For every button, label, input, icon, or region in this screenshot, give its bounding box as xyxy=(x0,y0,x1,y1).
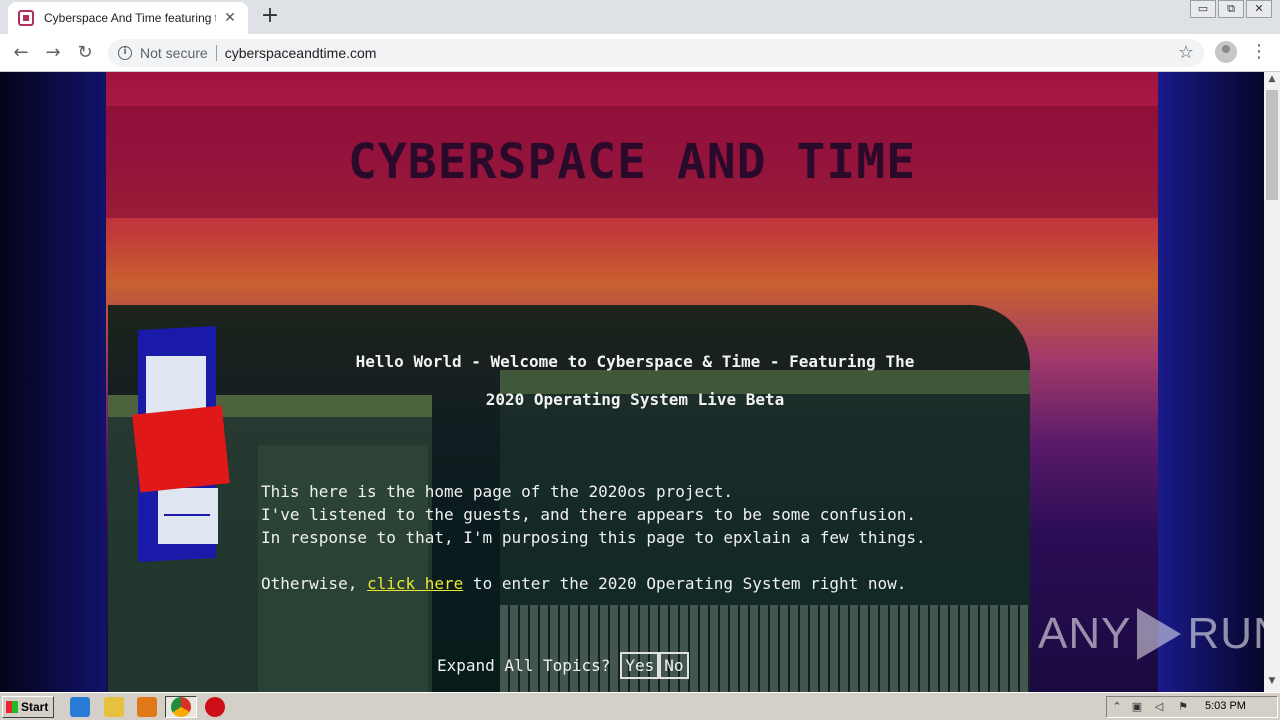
url-text[interactable]: cyberspaceandtime.com xyxy=(225,45,377,61)
minimize-button[interactable]: ▭ xyxy=(1190,0,1216,18)
network-icon[interactable]: ▣ xyxy=(1131,701,1143,713)
media-player-icon[interactable] xyxy=(137,697,157,717)
tab-bar: Cyberspace And Time featuring the ✕ + ▭ … xyxy=(0,0,1280,34)
start-button[interactable]: Start xyxy=(2,696,54,718)
taskbar: Start ⌃ ▣ ◁ ⚑ 5:03 PM xyxy=(0,692,1280,720)
expand-topics-row: Expand All Topics? Yes No xyxy=(437,652,689,679)
watermark-play-icon xyxy=(1137,608,1182,660)
expand-no-button[interactable]: No xyxy=(659,652,689,679)
expand-topics-label: Expand All Topics? xyxy=(437,656,611,675)
action-center-flag-icon[interactable]: ⚑ xyxy=(1177,701,1189,713)
welcome-heading-line2: 2020 Operating System Live Beta xyxy=(485,390,785,409)
welcome-heading-line1: Hello World - Welcome to Cyberspace & Ti… xyxy=(355,352,915,371)
bookmark-star-icon[interactable]: ☆ xyxy=(1178,42,1194,63)
otherwise-text: Otherwise, xyxy=(261,574,367,593)
chrome-taskbar-button[interactable] xyxy=(165,696,197,718)
opera-icon[interactable] xyxy=(205,697,225,717)
page-scrollbar[interactable]: ▲ ▼ xyxy=(1264,72,1280,692)
scroll-thumb[interactable] xyxy=(1266,90,1278,200)
restore-button[interactable]: ⧉ xyxy=(1218,0,1244,18)
tray-expand-icon[interactable]: ⌃ xyxy=(1111,701,1123,713)
intro-line-3: In response to that, I'm purposing this … xyxy=(261,528,926,547)
back-arrow-icon[interactable]: ← xyxy=(8,40,34,66)
tab-title: Cyberspace And Time featuring the xyxy=(44,11,216,25)
menu-kebab-icon[interactable]: ⋮ xyxy=(1250,41,1268,63)
omnibox-divider xyxy=(215,45,217,61)
scroll-up-arrow-icon[interactable]: ▲ xyxy=(1264,74,1280,88)
click-here-link[interactable]: click here xyxy=(367,574,463,593)
intro-line-2: I've listened to the guests, and there a… xyxy=(261,505,917,524)
chrome-icon xyxy=(171,697,191,717)
logo-line xyxy=(164,514,210,516)
watermark-run: RUN xyxy=(1187,609,1264,658)
browser-tab[interactable]: Cyberspace And Time featuring the ✕ xyxy=(8,2,248,34)
close-tab-icon[interactable]: ✕ xyxy=(222,10,238,26)
close-window-button[interactable]: ✕ xyxy=(1246,0,1272,18)
address-bar[interactable]: i Not secure cyberspaceandtime.com ☆ xyxy=(108,39,1204,67)
forward-arrow-icon[interactable]: → xyxy=(40,40,66,66)
expand-yes-button[interactable]: Yes xyxy=(620,652,660,679)
start-label: Start xyxy=(21,700,49,714)
enter-os-line: Otherwise, click here to enter the 2020 … xyxy=(261,574,906,593)
scroll-down-arrow-icon[interactable]: ▼ xyxy=(1264,676,1280,690)
favicon-icon xyxy=(18,10,34,26)
browser-toolbar: ← → ↻ i Not secure cyberspaceandtime.com… xyxy=(0,34,1280,72)
explorer-icon[interactable] xyxy=(104,697,124,717)
volume-icon[interactable]: ◁ xyxy=(1153,701,1165,713)
logo-bottom-card xyxy=(158,488,218,544)
site-logo xyxy=(132,325,234,563)
logo-red-block xyxy=(132,405,230,493)
security-label: Not secure xyxy=(140,45,208,61)
anyrun-watermark: ANY RUN xyxy=(1038,608,1264,660)
right-background xyxy=(1158,72,1264,692)
page-viewport: CYBERSPACE AND TIME Hello World - Welcom… xyxy=(0,72,1264,692)
new-tab-button[interactable]: + xyxy=(258,5,282,29)
site-title: CYBERSPACE AND TIME xyxy=(347,134,917,190)
profile-avatar-icon[interactable] xyxy=(1215,41,1237,63)
intro-line-1: This here is the home page of the 2020os… xyxy=(261,482,734,501)
clock[interactable]: 5:03 PM xyxy=(1205,700,1246,712)
windows-flag-icon xyxy=(6,701,18,713)
window-controls: ▭ ⧉ ✕ xyxy=(1188,0,1272,18)
left-background xyxy=(0,72,106,692)
enter-os-text: to enter the 2020 Operating System right… xyxy=(463,574,907,593)
watermark-any: ANY xyxy=(1038,609,1132,658)
ie-icon[interactable] xyxy=(70,697,90,717)
info-icon[interactable]: i xyxy=(118,46,132,60)
system-tray: ⌃ ▣ ◁ ⚑ 5:03 PM xyxy=(1106,696,1278,718)
reload-icon[interactable]: ↻ xyxy=(72,40,98,66)
